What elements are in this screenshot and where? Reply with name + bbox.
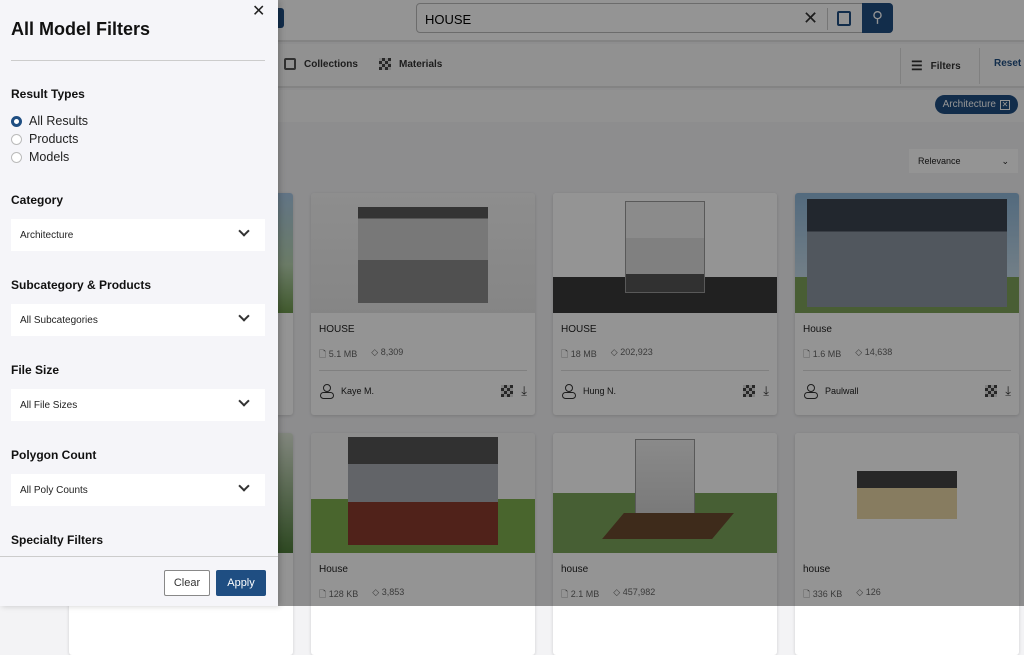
panel-title: All Model Filters — [11, 19, 151, 39]
radio-all-results[interactable]: All Results — [11, 114, 88, 128]
radio-label: All Results — [29, 114, 89, 128]
polygon-count-heading: Polygon Count — [11, 448, 97, 462]
radio-unselected[interactable] — [11, 151, 22, 163]
chevron-down-icon — [238, 310, 250, 322]
filter-panel: All Model Filters ✕ Result Types All Res… — [0, 0, 278, 606]
select-value: All File Sizes — [20, 400, 78, 411]
select-value: Architecture — [20, 230, 74, 241]
polygon-count-select[interactable]: All Poly Counts — [11, 474, 265, 506]
radio-label: Models — [29, 150, 70, 164]
close-icon[interactable]: ✕ — [252, 1, 265, 21]
subcategory-heading: Subcategory & Products — [11, 278, 152, 292]
select-value: All Poly Counts — [20, 485, 88, 496]
radio-label: Products — [29, 132, 79, 146]
chevron-down-icon — [238, 225, 250, 237]
radio-selected[interactable] — [11, 115, 22, 127]
radio-products[interactable]: Products — [11, 132, 78, 146]
file-size-heading: File Size — [11, 363, 60, 377]
subcategory-select[interactable]: All Subcategories — [11, 304, 265, 336]
panel-footer: Clear Apply — [0, 556, 278, 606]
radio-unselected[interactable] — [11, 133, 22, 145]
clear-button[interactable]: Clear — [164, 570, 210, 596]
file-size-select[interactable]: All File Sizes — [11, 389, 265, 421]
select-value: All Subcategories — [20, 315, 98, 326]
result-types-heading: Result Types — [11, 87, 85, 101]
specialty-filters-heading: Specialty Filters — [11, 533, 104, 547]
divider — [11, 60, 265, 61]
chevron-down-icon — [238, 395, 250, 407]
radio-models[interactable]: Models — [11, 150, 69, 164]
category-select[interactable]: Architecture — [11, 219, 265, 251]
chevron-down-icon — [238, 480, 250, 492]
category-heading: Category — [11, 193, 64, 207]
apply-button[interactable]: Apply — [216, 570, 266, 596]
